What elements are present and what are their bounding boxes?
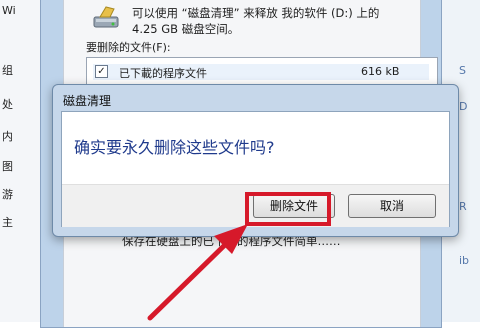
file-checkbox[interactable]: ✓ [95, 65, 108, 78]
dialog-title: 磁盘清理 [63, 94, 112, 108]
description-line: 可以使用 “磁盘清理” 来释放 我的软件 (D:) 上的 [132, 6, 380, 20]
right-pane-item: R [459, 200, 467, 213]
sidebar-item[interactable]: Wi [2, 4, 38, 17]
highlight-box [245, 192, 331, 226]
right-pane-item: D [459, 100, 468, 113]
sidebar-item[interactable]: 处 [2, 96, 38, 112]
sidebar-item[interactable]: 游 [2, 186, 38, 202]
drive-cleanup-icon [93, 6, 119, 28]
file-list-row[interactable]: ✓ 已下載的程序文件 616 kB [93, 64, 429, 80]
explorer-sidebar: Wi 组 处 内 图 游 主 [0, 0, 41, 322]
description-line: 4.25 GB 磁盘空间。 [132, 22, 240, 36]
cleanup-description: 可以使用 “磁盘清理” 来释放 我的软件 (D:) 上的 4.25 GB 磁盘空… [132, 5, 422, 37]
right-pane-item: S [459, 64, 466, 77]
file-name: 已下載的程序文件 [119, 67, 207, 80]
files-to-delete-label: 要删除的文件(F): [86, 41, 171, 54]
sidebar-item[interactable]: 图 [2, 158, 38, 174]
sidebar-item[interactable]: 主 [2, 214, 38, 230]
dialog-message: 确实要永久删除这些文件吗? [74, 138, 275, 157]
cancel-button[interactable]: 取消 [348, 194, 436, 218]
right-pane-item: ib [459, 254, 470, 267]
file-size: 616 kB [361, 65, 400, 78]
sidebar-item[interactable]: 组 [2, 62, 38, 78]
sidebar-item[interactable]: 内 [2, 128, 38, 144]
